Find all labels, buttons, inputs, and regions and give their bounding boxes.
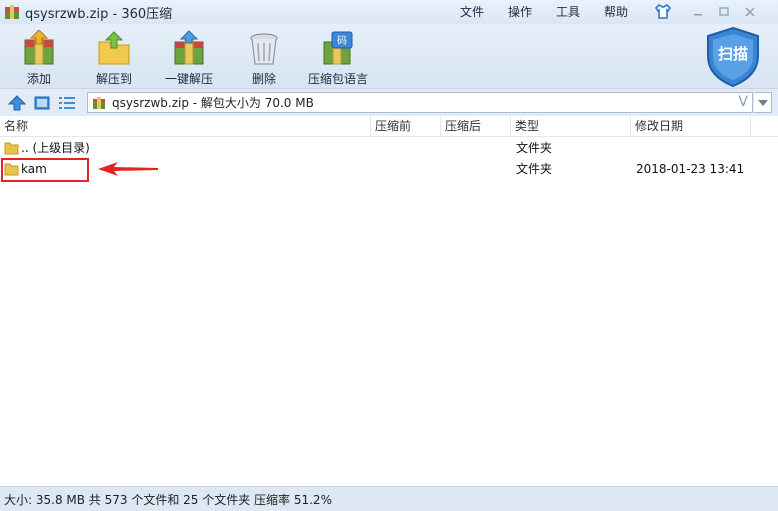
archive-language-label: 压缩包语言	[307, 72, 368, 86]
delete-button[interactable]: 删除	[228, 30, 300, 87]
list-view-icon[interactable]	[58, 95, 76, 111]
one-click-extract-label: 一键解压	[164, 72, 213, 86]
window-controls	[686, 3, 762, 20]
address-box[interactable]: qsysrzwb.zip - 解包大小为 70.0 MB V	[87, 92, 753, 113]
address-v-glyph: V	[738, 94, 748, 110]
column-modified[interactable]: 修改日期	[631, 116, 751, 137]
archive-language-button[interactable]: 码 压缩包语言	[302, 30, 374, 87]
chevron-down-icon	[757, 99, 768, 106]
svg-text:码: 码	[337, 35, 347, 47]
highlight-box	[1, 158, 89, 182]
up-arrow-icon[interactable]	[7, 95, 27, 111]
address-row: qsysrzwb.zip - 解包大小为 70.0 MB V	[0, 88, 778, 116]
scan-button[interactable]: 扫描	[703, 26, 763, 88]
menu-bar: 文件 操作 工具 帮助	[448, 3, 640, 21]
extract-to-button[interactable]: 解压到	[78, 30, 150, 87]
minimize-icon[interactable]	[686, 3, 710, 20]
list-header: 名称 压缩前 压缩后 类型 修改日期	[0, 116, 778, 137]
red-arrow-icon	[98, 162, 158, 176]
thumbnail-view-icon[interactable]	[33, 95, 51, 111]
skin-shirt-icon[interactable]	[654, 3, 672, 20]
row-type: 文件夹	[516, 141, 553, 155]
menu-operation[interactable]: 操作	[496, 3, 544, 21]
one-click-extract-icon	[174, 30, 204, 65]
archive-app-icon	[4, 4, 20, 20]
column-type[interactable]: 类型	[511, 116, 631, 137]
menu-help[interactable]: 帮助	[592, 3, 640, 21]
menu-file[interactable]: 文件	[448, 3, 496, 21]
window-title: qsysrzwb.zip - 360压缩	[25, 6, 173, 22]
column-name[interactable]: 名称	[0, 116, 371, 137]
column-compressed-after[interactable]: 压缩后	[441, 116, 511, 137]
address-path: qsysrzwb.zip - 解包大小为 70.0 MB	[112, 96, 314, 110]
toolbar: 添加 解压到 一键解压 删除 码 压缩包语言	[0, 24, 778, 88]
delete-label: 删除	[251, 72, 276, 86]
close-icon[interactable]	[738, 3, 762, 20]
menu-tools[interactable]: 工具	[544, 3, 592, 21]
extract-folder-icon	[98, 31, 130, 65]
maximize-icon[interactable]	[712, 3, 736, 20]
code-page-icon: 码	[323, 31, 353, 65]
status-bar: 大小: 35.8 MB 共 573 个文件和 25 个文件夹 压缩率 51.2%	[0, 486, 778, 511]
column-compressed-before[interactable]: 压缩前	[371, 116, 441, 137]
one-click-extract-button[interactable]: 一键解压	[153, 30, 225, 87]
row-name: .. (上级目录)	[21, 141, 90, 155]
archive-small-icon	[92, 96, 106, 110]
add-button[interactable]: 添加	[3, 30, 75, 87]
status-text: 大小: 35.8 MB 共 573 个文件和 25 个文件夹 压缩率 51.2%	[4, 493, 332, 507]
add-label: 添加	[26, 72, 51, 86]
add-archive-icon	[24, 30, 54, 65]
scan-label: 扫描	[717, 45, 748, 63]
address-dropdown[interactable]	[754, 92, 772, 113]
table-row-parent[interactable]: .. (上级目录) 文件夹	[0, 138, 778, 158]
folder-icon	[4, 141, 19, 155]
row-modified: 2018-01-23 13:41	[636, 162, 745, 176]
trash-icon	[250, 33, 278, 65]
row-type: 文件夹	[516, 162, 553, 176]
extract-to-label: 解压到	[95, 72, 132, 86]
